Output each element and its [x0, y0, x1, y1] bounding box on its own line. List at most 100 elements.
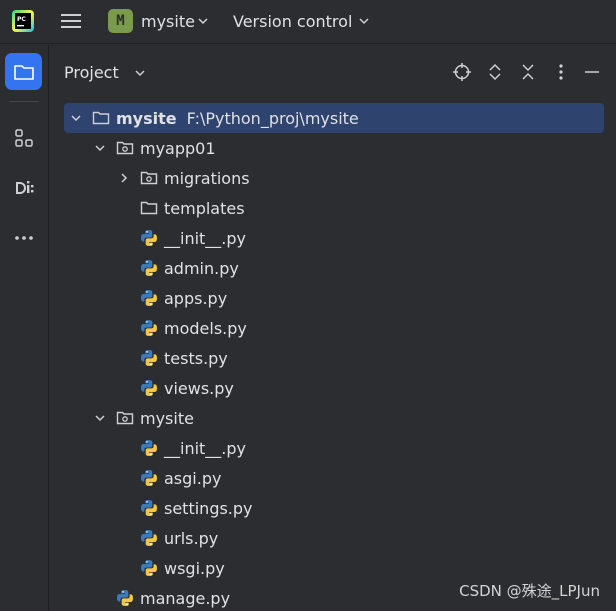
tree-file-item[interactable]: tests.py: [64, 343, 604, 373]
tree-item-label: wsgi.py: [164, 558, 225, 578]
tree-item-label: templates: [164, 198, 245, 218]
watermark: CSDN @殊途_LPJun: [459, 582, 600, 600]
tree-file-item[interactable]: __init__.py: [64, 223, 604, 253]
tree-item-label: models.py: [164, 318, 247, 338]
minimize-icon: [585, 71, 599, 73]
tree-folder-item[interactable]: templates: [64, 193, 604, 223]
tree-item-path: F:\Python_proj\mysite: [186, 108, 359, 128]
chevron-down-icon[interactable]: [68, 110, 84, 126]
python-file-icon: [116, 589, 134, 607]
panel-title[interactable]: Project: [64, 63, 119, 82]
chevron-down-icon[interactable]: [134, 67, 146, 79]
project-panel: Project mysite F:\Python_proj\mysite mya…: [50, 45, 616, 611]
chevron-down-icon[interactable]: [358, 15, 370, 27]
chevron-down-icon[interactable]: [197, 15, 209, 27]
python-file-icon: [140, 229, 158, 247]
main-menu-icon[interactable]: [59, 11, 83, 31]
tree-file-item[interactable]: wsgi.py: [64, 553, 604, 583]
tree-file-item[interactable]: __init__.py: [64, 433, 604, 463]
package-folder-icon: [116, 409, 134, 427]
python-file-icon: [140, 439, 158, 457]
collapse-all-button[interactable]: [517, 61, 539, 83]
hide-panel-button[interactable]: [581, 61, 603, 83]
chevron-right-icon[interactable]: [116, 170, 132, 186]
django-tool-button[interactable]: [5, 169, 42, 206]
tree-folder-item[interactable]: mysite F:\Python_proj\mysite: [64, 103, 604, 133]
tree-file-item[interactable]: views.py: [64, 373, 604, 403]
tree-file-item[interactable]: asgi.py: [64, 463, 604, 493]
options-button[interactable]: [550, 61, 572, 83]
python-file-icon: [140, 379, 158, 397]
locate-file-button[interactable]: [451, 61, 473, 83]
chevron-down-icon[interactable]: [92, 140, 108, 156]
title-bar: PC M mysite Version control: [0, 0, 616, 44]
more-vertical-icon: [559, 64, 563, 80]
tree-item-label: urls.py: [164, 528, 219, 548]
more-icon: [14, 235, 33, 240]
tree-folder-item[interactable]: myapp01: [64, 133, 604, 163]
package-folder-icon: [140, 169, 158, 187]
expand-all-button[interactable]: [484, 61, 506, 83]
pycharm-logo-icon[interactable]: PC: [12, 10, 34, 32]
tree-item-label: myapp01: [140, 138, 216, 158]
crosshair-icon: [453, 63, 471, 81]
tree-item-label: migrations: [164, 168, 250, 188]
python-file-icon: [140, 469, 158, 487]
django-icon: [15, 180, 33, 194]
tree-item-label: apps.py: [164, 288, 228, 308]
more-tools-button[interactable]: [5, 219, 42, 256]
tree-item-label: __init__.py: [164, 228, 247, 248]
tree-file-item[interactable]: admin.py: [64, 253, 604, 283]
tree-folder-item[interactable]: mysite: [64, 403, 604, 433]
folder-icon: [92, 109, 110, 127]
tool-window-bar: [0, 45, 49, 611]
tree-file-item[interactable]: urls.py: [64, 523, 604, 553]
tree-item-label: asgi.py: [164, 468, 222, 488]
svg-text:PC: PC: [17, 16, 26, 23]
structure-tool-button[interactable]: [5, 119, 42, 156]
tree-file-item[interactable]: models.py: [64, 313, 604, 343]
tree-item-label: settings.py: [164, 498, 253, 518]
structure-icon: [14, 128, 33, 147]
tree-item-label: tests.py: [164, 348, 228, 368]
tree-item-label: mysite: [116, 108, 177, 128]
python-file-icon: [140, 349, 158, 367]
folder-icon: [13, 64, 34, 80]
python-file-icon: [140, 529, 158, 547]
python-file-icon: [140, 559, 158, 577]
tree-file-item[interactable]: settings.py: [64, 493, 604, 523]
python-file-icon: [140, 319, 158, 337]
tree-item-label: admin.py: [164, 258, 239, 278]
chevron-down-icon[interactable]: [92, 410, 108, 426]
package-folder-icon: [116, 139, 134, 157]
tree-folder-item[interactable]: migrations: [64, 163, 604, 193]
project-name[interactable]: mysite: [141, 12, 195, 31]
collapse-all-icon: [522, 64, 534, 80]
python-file-icon: [140, 289, 158, 307]
folder-icon: [140, 199, 158, 217]
python-file-icon: [140, 499, 158, 517]
toolbar-divider: [9, 101, 39, 102]
tree-item-label: mysite: [140, 408, 194, 428]
tree-item-label: manage.py: [140, 588, 231, 608]
expand-all-icon: [489, 63, 501, 81]
python-file-icon: [140, 259, 158, 277]
tree-item-label: views.py: [164, 378, 234, 398]
project-badge[interactable]: M: [108, 9, 133, 33]
version-control-menu[interactable]: Version control: [233, 12, 352, 31]
project-tool-button[interactable]: [5, 53, 42, 90]
tree-file-item[interactable]: apps.py: [64, 283, 604, 313]
